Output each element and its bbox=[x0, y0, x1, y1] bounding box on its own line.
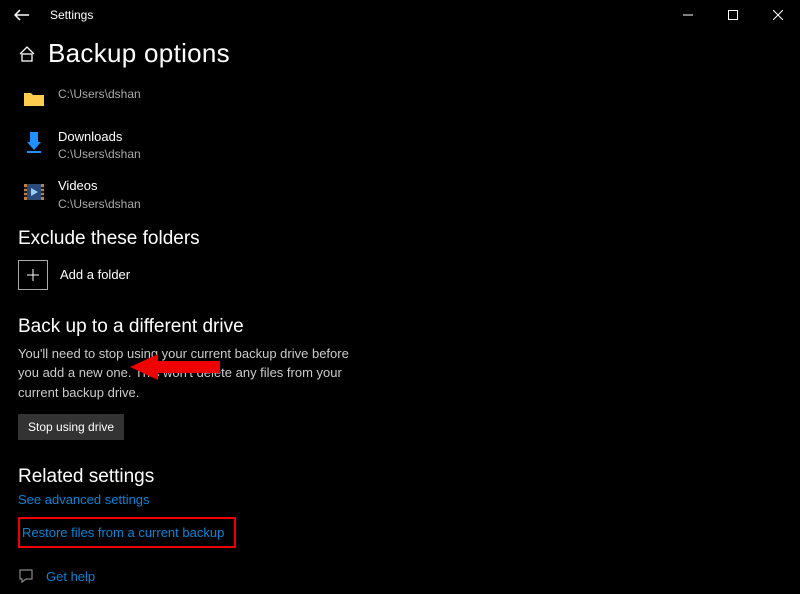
see-advanced-settings-link[interactable]: See advanced settings bbox=[18, 492, 150, 507]
folder-name: Downloads bbox=[58, 129, 141, 145]
related-settings-heading: Related settings bbox=[18, 466, 782, 488]
folder-item[interactable]: C:\Users\dshan bbox=[18, 79, 782, 123]
restore-files-link[interactable]: Restore files from a current backup bbox=[22, 525, 224, 540]
folder-icon bbox=[18, 85, 50, 113]
add-folder-label: Add a folder bbox=[60, 267, 130, 282]
page-title: Backup options bbox=[48, 38, 230, 69]
get-help-link[interactable]: Get help bbox=[46, 569, 95, 584]
folder-name: Videos bbox=[58, 178, 141, 194]
different-drive-heading: Back up to a different drive bbox=[18, 316, 782, 338]
different-drive-body: You'll need to stop using your current b… bbox=[18, 344, 358, 403]
stop-using-drive-button[interactable]: Stop using drive bbox=[18, 414, 124, 440]
close-button[interactable] bbox=[755, 0, 800, 30]
maximize-button[interactable] bbox=[710, 0, 755, 30]
restore-link-highlight: Restore files from a current backup bbox=[18, 517, 236, 548]
back-button[interactable] bbox=[14, 8, 32, 22]
plus-icon bbox=[18, 260, 48, 290]
backup-folder-list: C:\Users\dshan Downloads C:\Users\dshan bbox=[18, 79, 782, 222]
folder-path: C:\Users\dshan bbox=[58, 87, 141, 102]
folder-path: C:\Users\dshan bbox=[58, 147, 141, 162]
folder-item[interactable]: Videos C:\Users\dshan bbox=[18, 172, 782, 221]
downloads-icon bbox=[18, 129, 50, 157]
videos-icon bbox=[18, 178, 50, 206]
window-title: Settings bbox=[50, 8, 93, 22]
add-folder-button[interactable]: Add a folder bbox=[18, 260, 782, 290]
folder-path: C:\Users\dshan bbox=[58, 197, 141, 212]
exclude-heading: Exclude these folders bbox=[18, 228, 782, 250]
folder-item[interactable]: Downloads C:\Users\dshan bbox=[18, 123, 782, 172]
home-icon[interactable] bbox=[18, 45, 38, 63]
help-icon bbox=[18, 568, 36, 584]
minimize-button[interactable] bbox=[665, 0, 710, 30]
